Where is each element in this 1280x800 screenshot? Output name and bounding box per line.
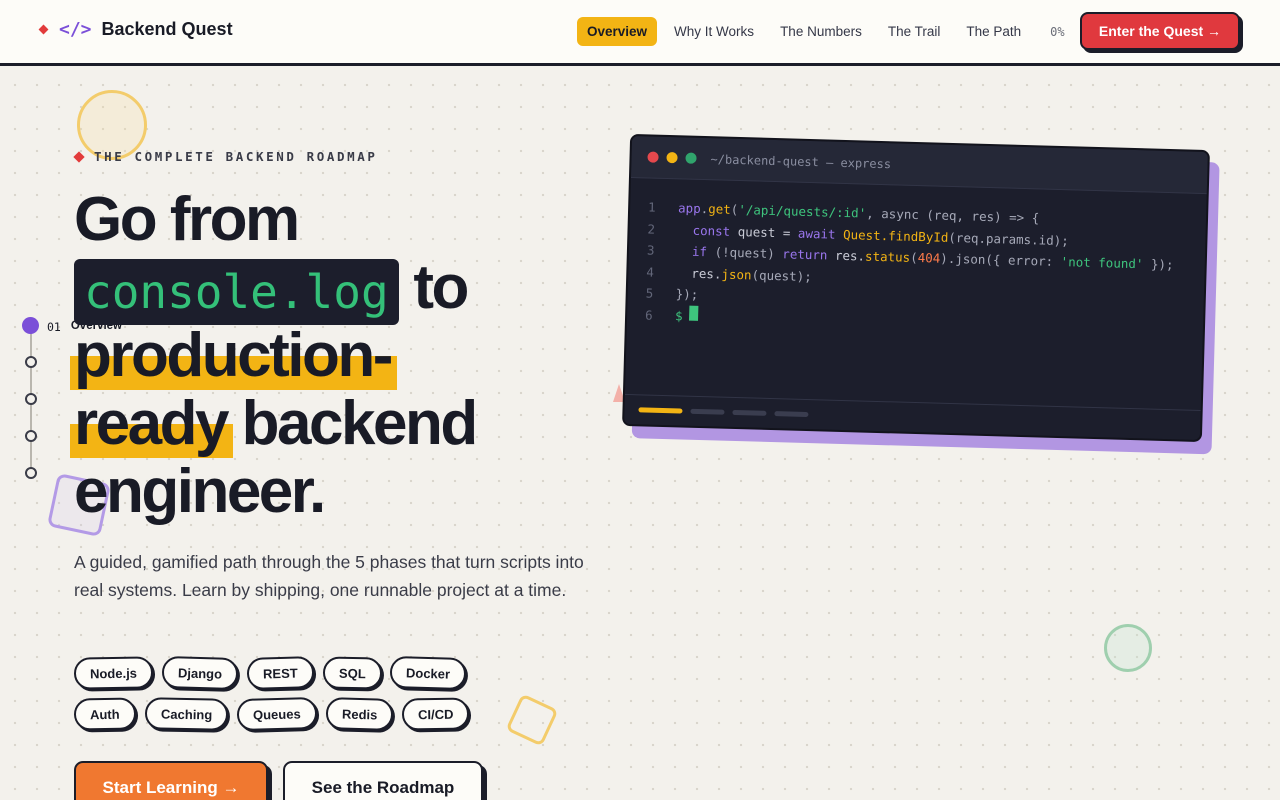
code-token: json [721, 266, 752, 282]
code-token: res. [827, 247, 866, 264]
headline-line-5: engineer. [74, 457, 326, 526]
code-token: get [708, 201, 732, 217]
line-number: 4 [646, 263, 655, 280]
close-dot-icon [647, 151, 659, 163]
minimize-dot-icon [666, 151, 678, 164]
timeline-step-3[interactable] [25, 393, 37, 405]
headline-highlight-ready: ready [70, 389, 233, 458]
progress-segment [690, 408, 725, 415]
hero-eyebrow: THE COMPLETE BACKEND ROADMAP [73, 149, 378, 164]
headline-line-2-suffix: to [398, 253, 469, 322]
tag-sql: SQL [322, 656, 382, 690]
headline-highlight-production: production- [70, 321, 397, 390]
top-nav: </> Backend Quest Overview Why It Works … [0, 0, 1280, 66]
nav-link-the-path[interactable]: The Path [953, 17, 1034, 46]
shell-prompt: $ [674, 307, 683, 323]
progress-segment [638, 407, 683, 414]
code-token: Quest.findById [842, 226, 949, 245]
hero-subtitle: A guided, gamified path through the 5 ph… [74, 552, 584, 600]
tag-docker: Docker [390, 656, 467, 690]
see-roadmap-button[interactable]: See the Roadmap [283, 761, 483, 800]
nav-link-why-it-works[interactable]: Why It Works [661, 17, 767, 46]
code-token: }); [675, 286, 699, 302]
code-token: }); [1143, 256, 1174, 273]
code-token: quest = [730, 223, 799, 241]
nav-link-the-trail[interactable]: The Trail [875, 17, 954, 46]
tag-queues: Queues [236, 696, 317, 732]
tag-cicd: CI/CD [401, 697, 470, 731]
tag-caching: Caching [144, 697, 229, 731]
line-number: 1 [647, 199, 656, 215]
code-brackets-icon: </> [59, 19, 92, 40]
timeline-step-5[interactable] [25, 467, 37, 479]
code-token: ).json({ error: [940, 250, 1061, 270]
code-token: (quest); [751, 266, 812, 284]
diamond-icon [38, 24, 49, 35]
code-token: await [797, 225, 836, 242]
headline-line-4-suffix: backend [226, 389, 479, 458]
decorative-circle-green [1104, 624, 1152, 672]
eyebrow-text: THE COMPLETE BACKEND ROADMAP [94, 149, 378, 164]
tag-nodejs: Node.js [73, 656, 154, 690]
timeline-step-1[interactable] [22, 317, 39, 334]
code-terminal-card: ~/backend-quest — express 1 app. get('/api… [622, 133, 1220, 455]
headline-code-pill: console.log [74, 259, 399, 325]
nav-link-overview[interactable]: Overview [577, 17, 658, 46]
tag-redis: Redis [325, 697, 394, 731]
code-token: 404 [917, 250, 941, 266]
timeline-step-2[interactable] [25, 356, 37, 368]
code-token: app [677, 200, 701, 216]
code-token: 'not found' [1060, 254, 1144, 272]
code-token: if [691, 243, 708, 260]
brand-name: Backend Quest [101, 19, 233, 39]
enter-quest-button[interactable]: Enter the Quest → [1080, 12, 1240, 50]
tag-django: Django [161, 656, 239, 690]
code-token: (!quest) [706, 244, 783, 262]
code-token: res. [676, 264, 722, 282]
line-number: 3 [646, 242, 655, 258]
terminal-code: 1 app. get('/api/quests/:id', async (req, … [627, 178, 1207, 341]
headline-line-1: Go from [74, 185, 300, 254]
line-number: 2 [647, 220, 656, 237]
code-token: return [782, 246, 828, 263]
line-number: 6 [644, 306, 653, 323]
progress-indicator: 0% [1050, 24, 1065, 39]
maximize-dot-icon [685, 152, 697, 164]
tag-rest: REST [246, 656, 315, 690]
brand-logo[interactable]: </> Backend Quest [38, 19, 233, 40]
diamond-icon [73, 150, 85, 163]
code-token: const [692, 222, 731, 239]
hero-headline: Go from console.log to production- ready… [70, 185, 479, 526]
nav-link-the-numbers[interactable]: The Numbers [767, 17, 875, 46]
tech-tags: Node.js Django REST SQL Docker Auth Cach… [73, 656, 544, 739]
nav-links: Overview Why It Works The Numbers The Tr… [577, 17, 1065, 46]
terminal-title: ~/backend-quest — express [710, 151, 892, 171]
tag-auth: Auth [73, 697, 136, 731]
start-learning-button[interactable]: Start Learning → [74, 761, 268, 800]
code-token: status [864, 248, 911, 265]
timeline-step-4[interactable] [25, 430, 37, 442]
line-number: 5 [645, 285, 654, 301]
progress-segment [732, 409, 767, 416]
timeline-step-number: 01 [47, 320, 61, 334]
progress-segment [774, 411, 809, 418]
cursor-icon [688, 305, 698, 321]
terminal-window: ~/backend-quest — express 1 app. get('/api… [622, 133, 1210, 443]
